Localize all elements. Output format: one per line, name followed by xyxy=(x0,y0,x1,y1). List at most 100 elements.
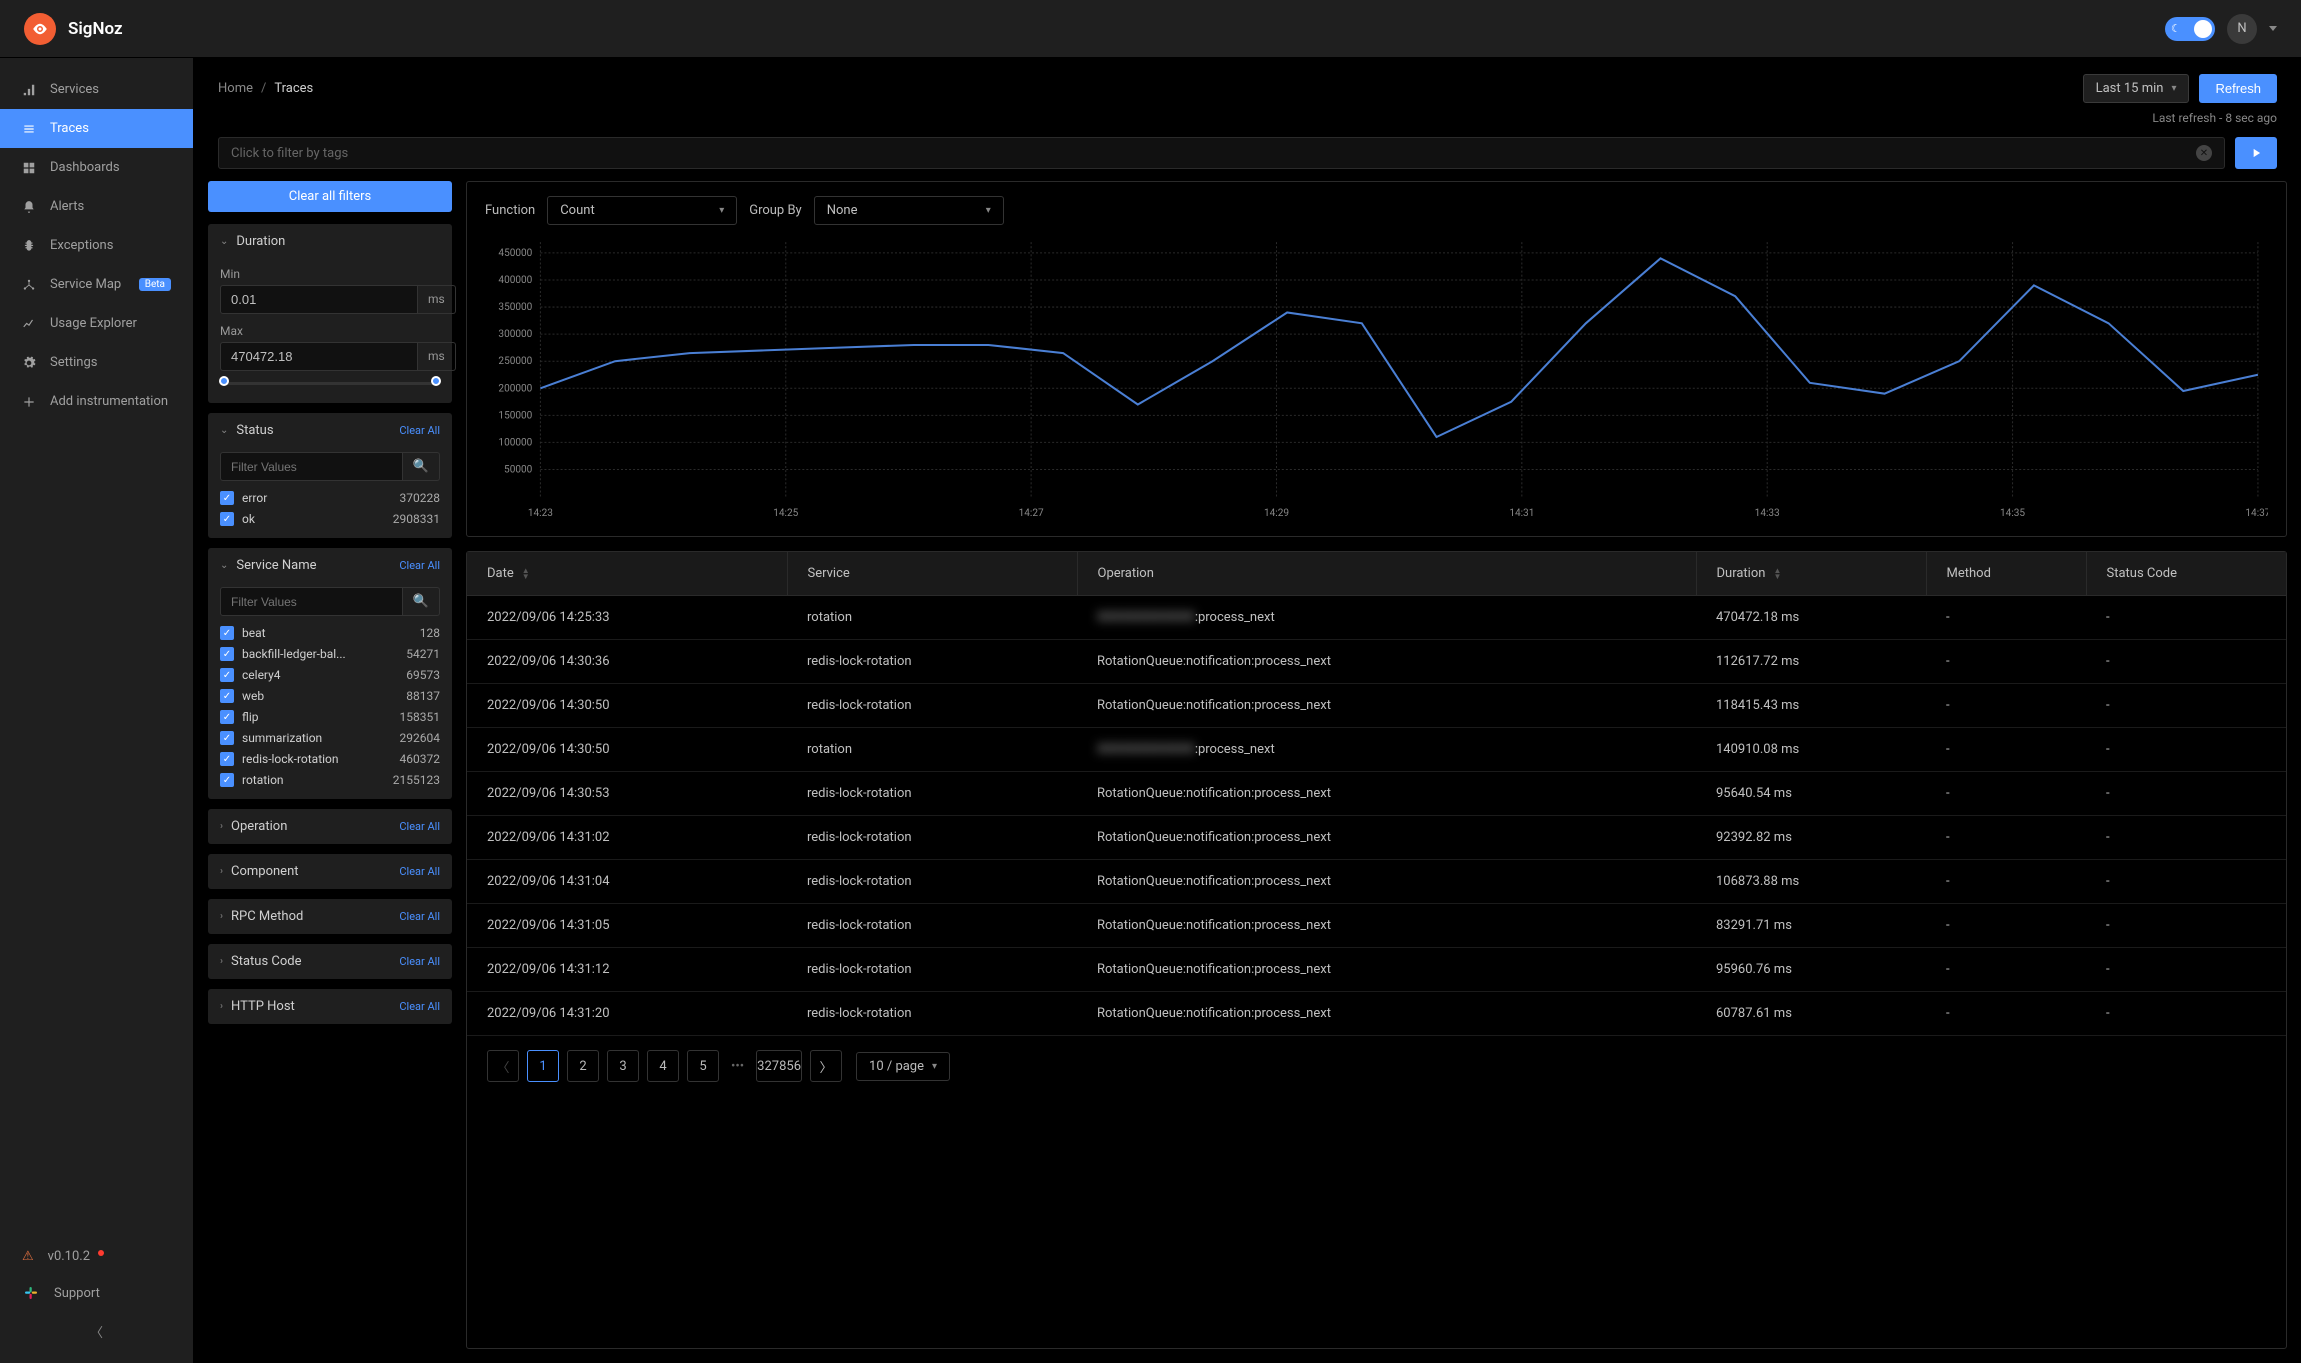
clear-tags-icon[interactable]: ✕ xyxy=(2196,145,2212,161)
table-row[interactable]: 2022/09/06 14:31:05 redis-lock-rotation … xyxy=(467,904,2286,948)
support-item[interactable]: Support xyxy=(0,1274,193,1312)
max-label: Max xyxy=(220,324,440,338)
nav-item-services[interactable]: Services xyxy=(0,70,193,109)
check-item[interactable]: ✓ celery4 69573 xyxy=(220,668,440,682)
cell-status: - xyxy=(2086,992,2286,1036)
search-icon[interactable]: 🔍 xyxy=(403,587,440,616)
filter-status-header[interactable]: ⌄ Status Clear All xyxy=(208,413,452,448)
next-page-button[interactable]: 〉 xyxy=(810,1050,842,1082)
cell-date: 2022/09/06 14:30:50 xyxy=(467,684,787,728)
breadcrumb-current: Traces xyxy=(274,81,313,96)
table-row[interactable]: 2022/09/06 14:31:04 redis-lock-rotation … xyxy=(467,860,2286,904)
check-item[interactable]: ✓ beat 128 xyxy=(220,626,440,640)
check-item[interactable]: ✓ summarization 292604 xyxy=(220,731,440,745)
th-duration[interactable]: Duration▲▼ xyxy=(1696,552,1926,596)
svg-text:14:31: 14:31 xyxy=(1509,508,1534,519)
table-row[interactable]: 2022/09/06 14:30:50 redis-lock-rotation … xyxy=(467,684,2286,728)
check-item[interactable]: ✓ backfill-ledger-bal... 54271 xyxy=(220,647,440,661)
refresh-button[interactable]: Refresh xyxy=(2199,74,2277,103)
clear-link[interactable]: Clear All xyxy=(399,820,440,833)
table-row[interactable]: 2022/09/06 14:31:20 redis-lock-rotation … xyxy=(467,992,2286,1036)
th-date[interactable]: Date▲▼ xyxy=(467,552,787,596)
clear-link[interactable]: Clear All xyxy=(399,424,440,437)
clear-all-filters-button[interactable]: Clear all filters xyxy=(208,181,452,212)
page-button-5[interactable]: 5 xyxy=(687,1050,719,1082)
cell-service: redis-lock-rotation xyxy=(787,816,1077,860)
check-count: 370228 xyxy=(400,491,440,505)
check-item[interactable]: ✓ rotation 2155123 xyxy=(220,773,440,787)
function-select[interactable]: Count ▾ xyxy=(547,196,737,225)
cell-operation: RotationQueue:notification:process_next xyxy=(1077,948,1696,992)
nav-item-usage-explorer[interactable]: Usage Explorer xyxy=(0,304,193,343)
check-item[interactable]: ✓ redis-lock-rotation 460372 xyxy=(220,752,440,766)
filter-service-header[interactable]: ⌄ Service Name Clear All xyxy=(208,548,452,583)
clear-link[interactable]: Clear All xyxy=(399,955,440,968)
table-row[interactable]: 2022/09/06 14:25:33 rotation XXXXXXXXXXX… xyxy=(467,596,2286,640)
check-label: error xyxy=(242,491,267,505)
nav-item-service-map[interactable]: Service Map Beta xyxy=(0,265,193,304)
duration-slider[interactable] xyxy=(224,381,436,387)
table-row[interactable]: 2022/09/06 14:30:50 rotation XXXXXXXXXXX… xyxy=(467,728,2286,772)
run-query-button[interactable] xyxy=(2235,137,2277,169)
avatar[interactable]: N xyxy=(2227,14,2257,44)
filter-header[interactable]: › Component Clear All xyxy=(208,854,452,889)
filter-header[interactable]: › RPC Method Clear All xyxy=(208,899,452,934)
check-label: beat xyxy=(242,626,266,640)
clear-link[interactable]: Clear All xyxy=(399,1000,440,1013)
nav-item-alerts[interactable]: Alerts xyxy=(0,187,193,226)
nav-label: Exceptions xyxy=(50,238,113,253)
min-input[interactable] xyxy=(220,285,418,314)
filter-header[interactable]: › Status Code Clear All xyxy=(208,944,452,979)
svg-text:300000: 300000 xyxy=(498,329,532,340)
cell-date: 2022/09/06 14:25:33 xyxy=(467,596,787,640)
clear-link[interactable]: Clear All xyxy=(399,910,440,923)
filter-header[interactable]: › Operation Clear All xyxy=(208,809,452,844)
nav-item-add-instrumentation[interactable]: Add instrumentation xyxy=(0,382,193,421)
tags-filter-input[interactable]: Click to filter by tags ✕ xyxy=(218,137,2225,169)
time-range-select[interactable]: Last 15 min ▾ xyxy=(2083,74,2190,103)
cell-date: 2022/09/06 14:31:20 xyxy=(467,992,787,1036)
check-item[interactable]: ✓ flip 158351 xyxy=(220,710,440,724)
nav-item-exceptions[interactable]: Exceptions xyxy=(0,226,193,265)
user-menu-caret-icon[interactable] xyxy=(2269,26,2277,31)
logo-icon xyxy=(24,13,56,45)
bar-icon xyxy=(22,83,36,97)
filter-duration-header[interactable]: ⌄ Duration xyxy=(208,224,452,259)
page-button-3[interactable]: 3 xyxy=(607,1050,639,1082)
cell-operation: RotationQueue:notification:process_next xyxy=(1077,860,1696,904)
page-size-select[interactable]: 10 / page ▾ xyxy=(856,1052,950,1081)
nav-item-traces[interactable]: Traces xyxy=(0,109,193,148)
filter-http-host: › HTTP Host Clear All xyxy=(208,989,452,1024)
status-search-input[interactable] xyxy=(220,452,403,481)
total-pages-button[interactable]: 327856 xyxy=(756,1050,802,1082)
table-row[interactable]: 2022/09/06 14:31:02 redis-lock-rotation … xyxy=(467,816,2286,860)
breadcrumb-home[interactable]: Home xyxy=(218,81,253,96)
nav-item-dashboards[interactable]: Dashboards xyxy=(0,148,193,187)
service-search-input[interactable] xyxy=(220,587,403,616)
cell-status: - xyxy=(2086,948,2286,992)
page-button-1[interactable]: 1 xyxy=(527,1050,559,1082)
clear-link[interactable]: Clear All xyxy=(399,559,440,572)
nav-item-settings[interactable]: Settings xyxy=(0,343,193,382)
unit-label: ms xyxy=(418,285,456,314)
max-input[interactable] xyxy=(220,342,418,371)
page-button-2[interactable]: 2 xyxy=(567,1050,599,1082)
table-row[interactable]: 2022/09/06 14:31:12 redis-lock-rotation … xyxy=(467,948,2286,992)
search-icon[interactable]: 🔍 xyxy=(403,452,440,481)
check-item[interactable]: ✓ ok 2908331 xyxy=(220,512,440,526)
clear-link[interactable]: Clear All xyxy=(399,865,440,878)
theme-toggle[interactable]: ☾ xyxy=(2165,17,2215,41)
filter-header[interactable]: › HTTP Host Clear All xyxy=(208,989,452,1024)
groupby-select[interactable]: None ▾ xyxy=(814,196,1004,225)
check-item[interactable]: ✓ web 88137 xyxy=(220,689,440,703)
table-row[interactable]: 2022/09/06 14:30:53 redis-lock-rotation … xyxy=(467,772,2286,816)
version-item[interactable]: ⚠ v0.10.2 xyxy=(0,1239,193,1274)
table-row[interactable]: 2022/09/06 14:30:36 redis-lock-rotation … xyxy=(467,640,2286,684)
moon-icon: ☾ xyxy=(2171,22,2181,35)
cell-operation: RotationQueue:notification:process_next xyxy=(1077,992,1696,1036)
logo[interactable]: SigNoz xyxy=(24,13,123,45)
check-item[interactable]: ✓ error 370228 xyxy=(220,491,440,505)
collapse-sidebar-button[interactable]: 〈 xyxy=(0,1312,193,1351)
prev-page-button[interactable]: 〈 xyxy=(487,1050,519,1082)
page-button-4[interactable]: 4 xyxy=(647,1050,679,1082)
